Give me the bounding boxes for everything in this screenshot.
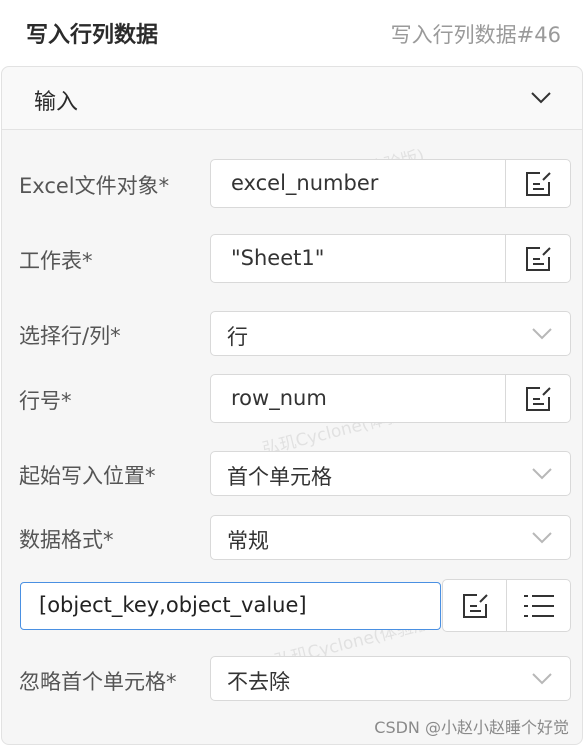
chevron-down-icon <box>530 527 554 549</box>
node-config-panel: 写入行列数据 写入行列数据#46 输入 弘玑Cyclone(体验版) 弘玑Cyc… <box>0 0 585 745</box>
node-title: 写入行列数据 <box>26 23 159 48</box>
list-icon[interactable] <box>507 580 571 631</box>
sheet-field[interactable]: "Sheet1" <box>210 234 571 283</box>
start-position-select[interactable]: 首个单元格 <box>210 451 571 496</box>
edit-icon[interactable] <box>505 375 570 422</box>
field-label-row-col: 选择行/列* <box>19 324 121 348</box>
excel-object-field[interactable]: excel_number <box>210 159 571 208</box>
ignore-first-cell-select[interactable]: 不去除 <box>210 656 571 701</box>
node-id: 写入行列数据#46 <box>390 23 561 47</box>
row-col-value: 行 <box>227 325 248 349</box>
chevron-down-icon <box>530 463 554 485</box>
field-label-start-position: 起始写入位置* <box>19 464 156 488</box>
field-label-row-number: 行号* <box>19 389 72 413</box>
panel-header: 写入行列数据 写入行列数据#46 <box>0 0 585 66</box>
start-position-value: 首个单元格 <box>227 465 332 489</box>
row-number-value: row_num <box>231 386 327 410</box>
credit-text: CSDN @小赵小赵睡个好觉 <box>374 718 569 737</box>
chevron-down-icon[interactable] <box>528 87 554 109</box>
data-input-value: [object_key,object_value] <box>39 593 307 617</box>
ignore-first-cell-value: 不去除 <box>227 670 290 694</box>
sheet-value: "Sheet1" <box>231 246 325 270</box>
edit-icon[interactable] <box>443 580 507 631</box>
data-format-select[interactable]: 常规 <box>210 515 571 560</box>
excel-object-value: excel_number <box>231 171 379 195</box>
row-col-select[interactable]: 行 <box>210 311 571 356</box>
input-section-header[interactable]: 输入 <box>2 67 582 130</box>
edit-icon[interactable] <box>505 235 570 282</box>
edit-icon[interactable] <box>505 160 570 207</box>
input-section: 输入 弘玑Cyclone(体验版) 弘玑Cyclone(体验版) 弘玑Cyclo… <box>1 66 583 745</box>
data-input-buttons <box>442 579 571 632</box>
data-format-value: 常规 <box>227 529 269 553</box>
row-number-field[interactable]: row_num <box>210 374 571 423</box>
field-label-data-format: 数据格式* <box>19 528 114 552</box>
field-label-ignore-first-cell: 忽略首个单元格* <box>19 670 177 694</box>
field-label-excel-object: Excel文件对象* <box>19 174 170 198</box>
input-section-title: 输入 <box>34 90 79 115</box>
data-input-field[interactable]: [object_key,object_value] <box>20 582 441 630</box>
chevron-down-icon <box>530 323 554 345</box>
field-label-sheet: 工作表* <box>19 249 93 273</box>
chevron-down-icon <box>530 668 554 690</box>
